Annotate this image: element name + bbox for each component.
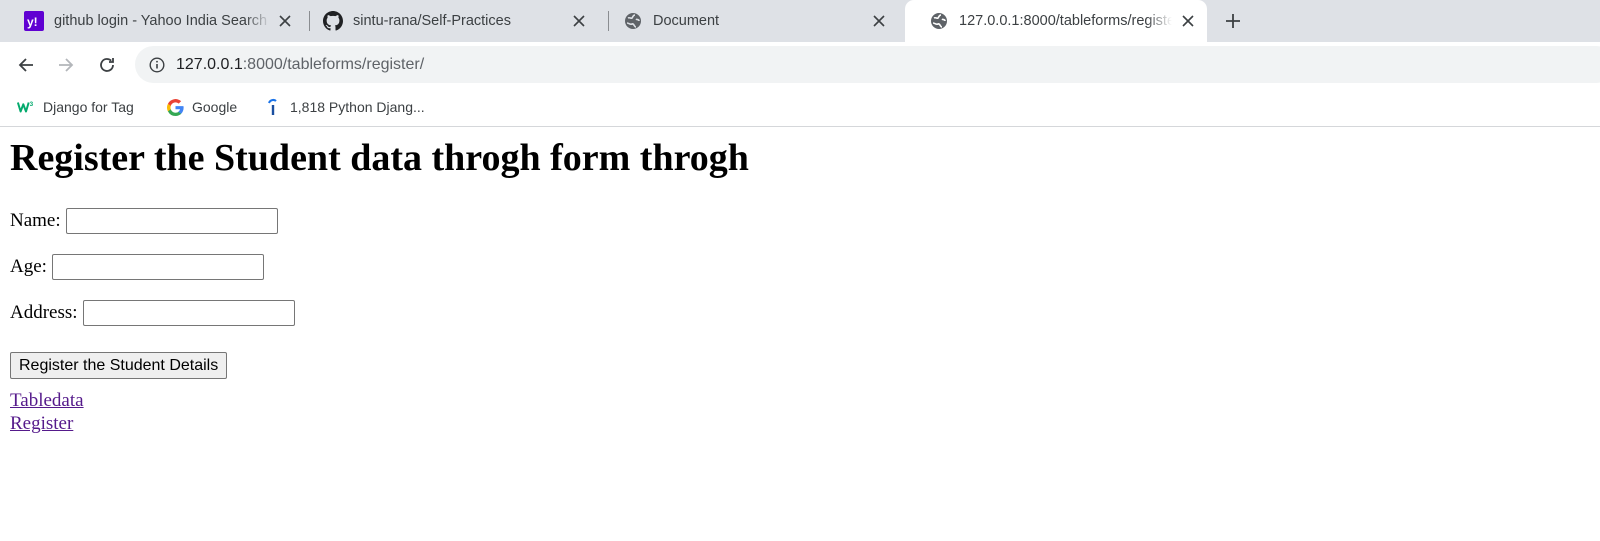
arrow-right-icon <box>59 58 74 72</box>
svg-text:3: 3 <box>30 101 34 108</box>
tabledata-link[interactable]: Tabledata <box>10 390 84 412</box>
tab-document[interactable]: Document <box>599 0 899 42</box>
register-submit-button[interactable]: Register the Student Details <box>10 352 228 379</box>
form-row-address: Address: <box>10 300 295 326</box>
globe-icon <box>929 11 949 31</box>
close-tab-icon[interactable] <box>869 11 889 31</box>
close-tab-icon[interactable] <box>569 11 589 31</box>
reload-icon <box>100 58 114 72</box>
close-tab-icon[interactable] <box>277 11 293 31</box>
form-row-age: Age: <box>10 254 264 280</box>
address-label: Address: <box>10 302 78 323</box>
forward-button[interactable] <box>53 52 79 78</box>
address-input[interactable] <box>82 300 295 326</box>
svg-text:y!: y! <box>27 15 38 29</box>
bookmark-django-for-tag[interactable]: 3 Django for Tag <box>17 96 134 118</box>
tab-title: github login - Yahoo India Search Result… <box>54 13 271 29</box>
tab-register-active[interactable]: 127.0.0.1:8000/tableforms/register/ <box>905 0 1207 42</box>
page-content: Register the Student data throgh form th… <box>0 128 1600 541</box>
tab-title: Document <box>653 13 720 29</box>
tab-title: 127.0.0.1:8000/tableforms/register/ <box>959 13 1173 29</box>
tab-yahoo-search[interactable]: y! github login - Yahoo India Search Res… <box>0 0 303 42</box>
info-bookmark-icon <box>264 98 282 116</box>
github-icon <box>323 11 343 31</box>
globe-icon <box>623 11 643 31</box>
w3schools-icon: 3 <box>17 98 35 116</box>
url-host: 127.0.0.1 <box>176 55 243 73</box>
close-tab-icon[interactable] <box>1178 11 1197 31</box>
new-tab-button[interactable] <box>1222 10 1244 32</box>
site-info-icon[interactable] <box>148 56 166 74</box>
address-bar[interactable]: 127.0.0.1:8000/tableforms/register/ <box>135 46 1600 83</box>
url-path: :8000/tableforms/register/ <box>242 55 425 73</box>
age-input[interactable] <box>51 254 264 280</box>
tab-title: sintu-rana/Self-Practices <box>353 13 511 29</box>
reload-button[interactable] <box>94 52 120 78</box>
browser-toolbar: 127.0.0.1:8000/tableforms/register/ <box>0 42 1600 87</box>
form-row-name: Name: <box>10 208 278 234</box>
name-input[interactable] <box>65 208 278 234</box>
url-text: 127.0.0.1:8000/tableforms/register/ <box>176 56 424 74</box>
bookmarks-bar: 3 Django for Tag Google 1,818 Python Dja… <box>0 87 1600 127</box>
bookmark-label: Google <box>192 99 238 115</box>
bookmark-google[interactable]: Google <box>166 96 237 118</box>
register-link[interactable]: Register <box>10 413 73 435</box>
bookmark-label: 1,818 Python Djang... <box>290 99 425 115</box>
tab-github[interactable]: sintu-rana/Self-Practices <box>299 0 599 42</box>
name-label: Name: <box>10 210 61 231</box>
google-icon <box>166 98 184 116</box>
yahoo-icon: y! <box>24 11 44 31</box>
back-button[interactable] <box>13 52 39 78</box>
tab-strip: y! github login - Yahoo India Search Res… <box>0 0 1600 42</box>
arrow-left-icon <box>18 58 33 72</box>
age-label: Age: <box>10 256 47 277</box>
plus-icon <box>1226 14 1240 28</box>
bookmark-python-django[interactable]: 1,818 Python Djang... <box>264 96 425 118</box>
bookmark-label: Django for Tag <box>43 99 134 115</box>
page-heading: Register the Student data throgh form th… <box>10 137 749 179</box>
